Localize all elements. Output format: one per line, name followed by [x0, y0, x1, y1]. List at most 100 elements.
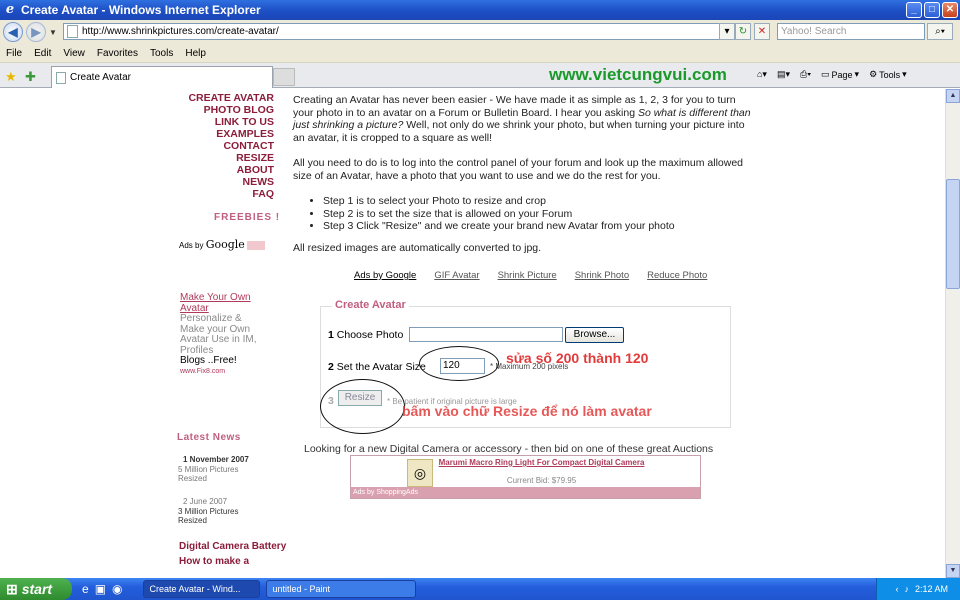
nav-about[interactable]: ABOUT [188, 164, 274, 176]
side-ad-title[interactable]: Make Your Own Avatar [180, 292, 260, 314]
ad-bid: Current Bid: $79.95 [506, 476, 577, 485]
new-tab-button[interactable] [273, 68, 295, 86]
url-text: http://www.shrinkpictures.com/create-ava… [82, 26, 279, 37]
add-favorite-icon[interactable]: ✚ [25, 69, 36, 85]
task-paint[interactable]: untitled - Paint [265, 580, 416, 598]
history-dropdown-icon[interactable]: ▼ [49, 28, 57, 37]
ads-by-google-link[interactable]: Ads by Google [354, 270, 416, 281]
nav-news[interactable]: NEWS [188, 176, 275, 188]
shrink-photo-link[interactable]: Shrink Photo [575, 270, 629, 281]
news-date: 2 June 2007 [183, 497, 228, 506]
tray-arrow-icon[interactable]: ‹ [895, 584, 898, 594]
forward-button[interactable]: ▶ [26, 22, 46, 42]
nav-resize[interactable]: RESIZE [188, 152, 274, 164]
nav-photo-blog[interactable]: PHOTO BLOG [188, 104, 274, 116]
page-menu[interactable]: ▭ Page ▾ [821, 69, 859, 80]
nav-create-avatar[interactable]: CREATE AVATAR [188, 92, 274, 104]
nav-link-to-us[interactable]: LINK TO US [188, 116, 274, 128]
menu-edit[interactable]: Edit [34, 48, 51, 59]
instructions-paragraph: All you need to do is to log into the co… [293, 157, 744, 182]
home-icon[interactable]: ⌂▾ [757, 69, 767, 80]
gif-avatar-link[interactable]: GIF Avatar [434, 270, 479, 281]
address-dropdown-icon[interactable]: ▾ [719, 23, 735, 40]
digital-camera-battery-link[interactable]: Digital Camera Battery [179, 541, 286, 552]
watermark-text: www.vietcungvui.com [549, 65, 727, 84]
annotation-text-size: sửa số 200 thành 120 [506, 350, 649, 366]
menu-tools[interactable]: Tools [150, 48, 173, 59]
ad-footer[interactable]: Ads by ShoppingAds [351, 487, 700, 498]
intro-paragraph: Creating an Avatar has never been easier… [293, 94, 755, 144]
start-label: start [21, 581, 53, 597]
print-icon[interactable]: ⎙▾ [800, 69, 811, 80]
nav-contact[interactable]: CONTACT [188, 140, 274, 152]
vertical-scrollbar[interactable]: ▲ ▼ [945, 89, 960, 578]
quick-launch: e ▣ ◉ [82, 582, 123, 596]
ads-by-google[interactable]: Ads by Google [179, 238, 265, 251]
ie-quicklaunch-icon[interactable]: e [82, 582, 89, 596]
search-icon[interactable]: ⌕▾ [927, 23, 953, 40]
how-to-make-link[interactable]: How to make a [179, 556, 286, 567]
address-input[interactable]: http://www.shrinkpictures.com/create-ava… [63, 23, 731, 40]
news-item: 2 June 2007 3 Million Pictures Resized [178, 497, 268, 526]
back-button[interactable]: ◀ [3, 22, 23, 42]
menu-help[interactable]: Help [185, 48, 206, 59]
menu-view[interactable]: View [63, 48, 85, 59]
reduce-photo-link[interactable]: Reduce Photo [647, 270, 707, 281]
google-logo: Google [205, 238, 245, 251]
news-text: 3 Million Pictures Resized [178, 506, 239, 526]
page-content: CREATE AVATAR PHOTO BLOG LINK TO US EXAM… [0, 89, 945, 578]
tab-bar: ★ ✚ Create Avatar www.vietcungvui.com ⌂▾… [0, 63, 960, 88]
task-label: Create Avatar - Wind... [149, 584, 241, 594]
menu-file[interactable]: File [6, 48, 22, 59]
page-menu-label: Page [831, 69, 853, 80]
start-button[interactable]: ⊞ start [0, 578, 72, 600]
shrink-picture-link[interactable]: Shrink Picture [498, 270, 557, 281]
step2-row: 2 Set the Avatar Size [328, 361, 426, 373]
tools-menu[interactable]: ⚙ Tools ▾ [869, 69, 907, 80]
refresh-icon[interactable]: ↻ [735, 23, 751, 40]
scroll-down-icon[interactable]: ▼ [946, 564, 960, 578]
ad-title[interactable]: Marumi Macro Ring Light For Compact Digi… [351, 458, 702, 467]
browse-button[interactable]: Browse... [565, 327, 624, 343]
desktop-quicklaunch-icon[interactable]: ▣ [95, 582, 106, 596]
close-button[interactable]: ✕ [942, 2, 958, 18]
google-ad-links: Ads by Google GIF Avatar Shrink Picture … [354, 270, 707, 281]
window-title: Create Avatar - Windows Internet Explore… [21, 3, 261, 17]
photo-file-input[interactable] [409, 327, 563, 342]
task-label: untitled - Paint [272, 584, 331, 594]
nav-faq[interactable]: FAQ [188, 188, 274, 200]
feeds-icon[interactable]: ▤▾ [777, 69, 790, 80]
firefox-quicklaunch-icon[interactable]: ◉ [112, 582, 122, 596]
step2-number: 2 [328, 361, 334, 373]
news-text: 5 Million Pictures Resized [178, 464, 239, 484]
page-icon [56, 71, 66, 84]
tab-create-avatar[interactable]: Create Avatar [51, 66, 273, 88]
favorites-star-icon[interactable]: ★ [5, 69, 17, 85]
nav-examples[interactable]: EXAMPLES [188, 128, 274, 140]
freebies-heading[interactable]: FREEBIES ! [214, 212, 280, 223]
scroll-up-icon[interactable]: ▲ [946, 89, 960, 103]
step-item: Step 3 Click "Resize" and we create your… [323, 220, 755, 233]
minimize-button[interactable]: _ [906, 2, 922, 18]
form-legend: Create Avatar [332, 299, 409, 311]
clock: 2:12 AM [914, 584, 948, 594]
step1-number: 1 [328, 329, 334, 341]
search-input[interactable]: Yahoo! Search [777, 23, 925, 40]
ad-arrows-icon [246, 241, 265, 251]
menu-bar: File Edit View Favorites Tools Help [0, 44, 960, 63]
side-links: Digital Camera Battery How to make a [179, 541, 286, 567]
steps-list: Step 1 is to select your Photo to resize… [323, 195, 755, 233]
task-create-avatar[interactable]: Create Avatar - Wind... [142, 580, 260, 598]
maximize-button[interactable]: □ [924, 2, 940, 18]
step-item: Step 1 is to select your Photo to resize… [323, 195, 755, 208]
scroll-thumb[interactable] [946, 179, 960, 289]
page-icon [67, 25, 78, 38]
volume-icon[interactable]: ♪ [904, 584, 909, 594]
news-item: 1 November 2007 5 Million Pictures Resiz… [178, 455, 268, 484]
shopping-ad[interactable]: ◎ Marumi Macro Ring Light For Compact Di… [350, 455, 701, 499]
menu-favorites[interactable]: Favorites [97, 48, 138, 59]
main-text: Creating an Avatar has never been easier… [293, 94, 755, 267]
step2-label: Set the Avatar Size [336, 361, 426, 373]
stop-icon[interactable]: ✕ [754, 23, 770, 40]
side-ad-url[interactable]: www.Fix8.com [180, 367, 260, 378]
